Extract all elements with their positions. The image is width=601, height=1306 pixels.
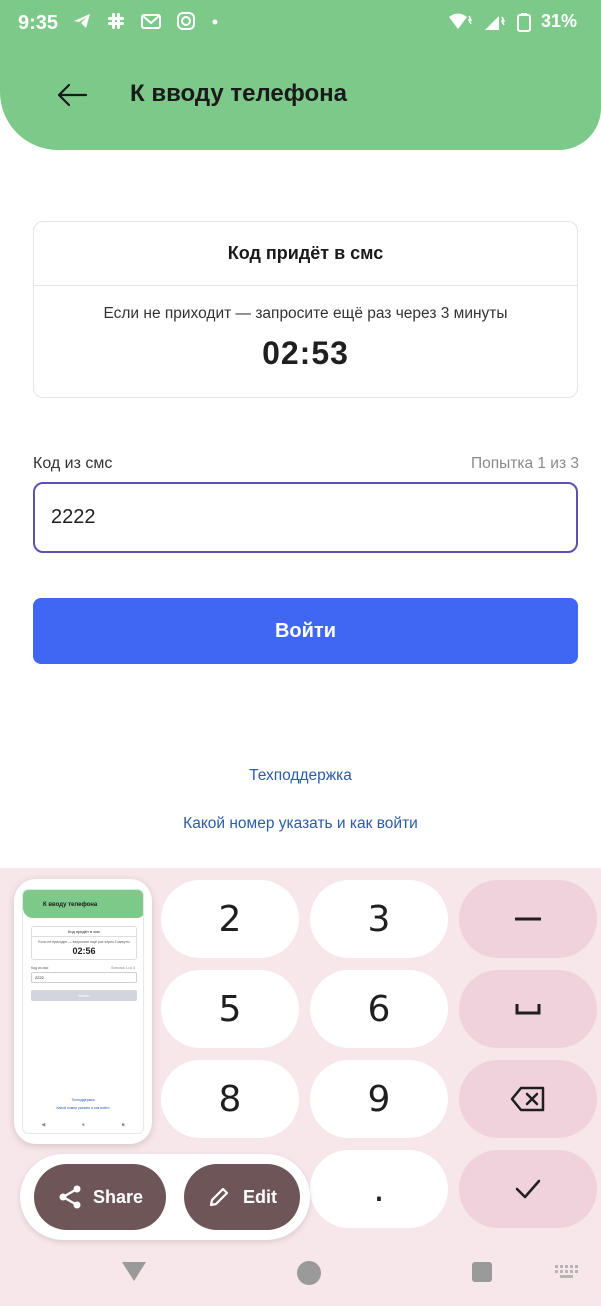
preview-code-card: Код придёт в смс Если не приходит — запр… <box>31 926 137 960</box>
signal-icon <box>483 12 507 32</box>
countdown-timer: 02:53 <box>262 335 349 371</box>
system-nav-bar <box>0 1244 601 1306</box>
key-2[interactable]: 2 <box>161 880 299 958</box>
share-label: Share <box>92 1186 144 1207</box>
key-backspace[interactable] <box>459 1060 597 1138</box>
wifi-icon <box>447 12 473 32</box>
preview-input: 2222 <box>31 972 137 983</box>
telegram-icon <box>72 11 92 38</box>
check-icon <box>515 1179 541 1199</box>
battery-level: 31% <box>540 11 577 31</box>
keyboard-switch-icon[interactable] <box>555 1265 579 1284</box>
sms-field-label: Код из смс <box>33 455 113 472</box>
resend-hint: Если не приходит — запросите ещё раз чер… <box>103 305 508 322</box>
key-8[interactable]: 8 <box>161 1060 299 1138</box>
share-button[interactable]: Share <box>34 1164 166 1230</box>
sms-code-card: Код придёт в смс Если не приходит — запр… <box>33 221 578 398</box>
screenshot-thumbnail[interactable]: К вводу телефона Код придёт в смс Если н… <box>14 879 152 1144</box>
preview-nav: ◀ ● ■ <box>23 1122 143 1128</box>
preview-home-icon: ● <box>81 1122 85 1128</box>
attempt-counter: Попытка 1 из 3 <box>470 455 579 472</box>
login-button[interactable]: Войти <box>33 598 578 664</box>
preview-timer: 02:56 <box>72 946 96 956</box>
edit-label: Edit <box>243 1186 277 1207</box>
back-button[interactable] <box>54 77 90 113</box>
sms-card-title: Код придёт в смс <box>34 222 577 286</box>
sms-code-input[interactable] <box>33 482 578 553</box>
key-6[interactable]: 6 <box>310 970 448 1048</box>
key-3[interactable]: 3 <box>310 880 448 958</box>
preview-attempt: Попытка 1 из 3 <box>110 966 135 970</box>
preview-recents-icon: ■ <box>121 1122 125 1128</box>
how-to-login-link[interactable]: Какой номер указать и как войти <box>0 815 601 833</box>
status-bar: 9:35 31% <box>0 0 601 50</box>
dot-icon <box>210 11 220 38</box>
minus-icon <box>515 917 541 921</box>
preview-field-label: Код из смс <box>31 966 49 970</box>
arrow-left-icon <box>57 83 88 107</box>
home-circle-icon[interactable] <box>297 1261 321 1285</box>
pencil-icon <box>209 1187 229 1207</box>
key-space[interactable] <box>459 970 597 1048</box>
support-link[interactable]: Техподдержка <box>0 767 601 785</box>
notification-icons <box>72 11 220 38</box>
share-icon <box>59 1185 81 1209</box>
recents-square-icon[interactable] <box>472 1262 492 1282</box>
key-dot[interactable]: . <box>310 1150 448 1228</box>
gmail-icon <box>140 11 162 38</box>
key-done[interactable] <box>459 1150 597 1228</box>
preview-login-button: Войти <box>31 990 137 1001</box>
back-triangle-icon[interactable] <box>121 1260 147 1287</box>
preview-hint: Если не приходит — запросите ещё раз чер… <box>38 940 130 944</box>
slack-icon <box>106 11 126 38</box>
preview-card-title: Код придёт в смс <box>32 927 136 937</box>
preview-back-icon: ◀ <box>41 1122 46 1128</box>
preview-title: К вводу телефона <box>43 902 98 908</box>
key-9[interactable]: 9 <box>310 1060 448 1138</box>
edit-button[interactable]: Edit <box>184 1164 300 1230</box>
page-title: К вводу телефона <box>130 80 347 107</box>
key-minus[interactable] <box>459 880 597 958</box>
preview-support-link: Техподдержка <box>71 1098 95 1102</box>
status-right: 31% <box>447 11 577 32</box>
instagram-icon <box>176 11 196 38</box>
space-icon <box>515 1004 541 1015</box>
key-5[interactable]: 5 <box>161 970 299 1048</box>
backspace-icon <box>510 1086 545 1112</box>
preview-howto-link: Какой номер указать и как войти <box>56 1106 110 1110</box>
screenshot-preview: К вводу телефона Код придёт в смс Если н… <box>22 889 144 1134</box>
status-time: 9:35 <box>18 12 59 34</box>
battery-icon <box>516 12 531 32</box>
